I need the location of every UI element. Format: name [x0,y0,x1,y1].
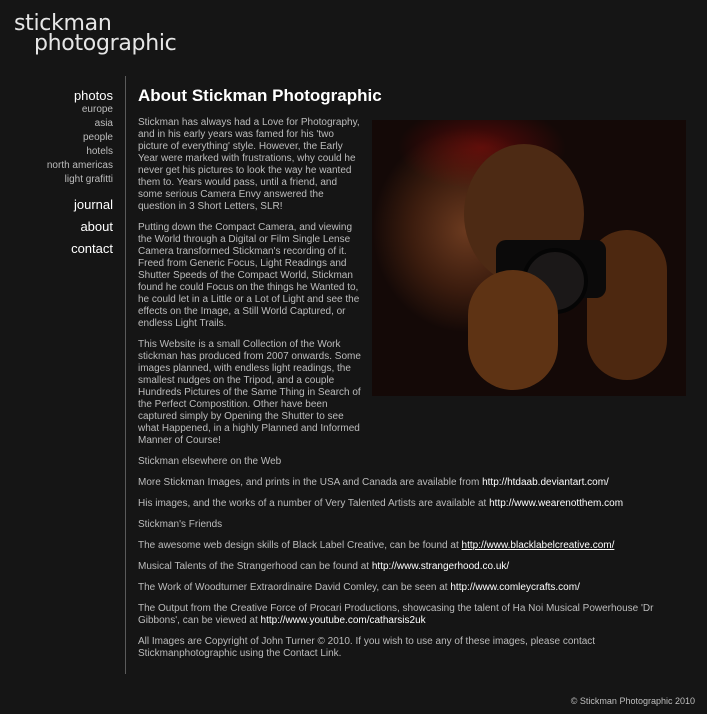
about-paragraph-3: This Website is a small Collection of th… [138,339,361,446]
portrait-photo [372,120,686,396]
nav-photo-subitems: europe asia people hotels north americas… [47,103,113,187]
blacklabelcreative-link[interactable]: http://www.blacklabelcreative.com/ [462,540,615,551]
nav-item-people[interactable]: people [47,131,113,145]
elsewhere-heading: Stickman elsewhere on the Web [138,456,282,467]
nav-item-europe[interactable]: europe [47,103,113,117]
nav-contact[interactable]: contact [47,241,113,256]
elsewhere-item-2: His images, and the works of a number of… [138,498,686,510]
comleycrafts-link[interactable]: http://www.comleycrafts.com/ [450,582,579,593]
main-nav: photos europe asia people hotels north a… [47,88,113,256]
copyright-notice: All Images are Copyright of John Turner … [138,636,596,659]
nav-journal[interactable]: journal [47,197,113,212]
friend-item-2: Musical Talents of the Strangerhood can … [138,561,686,573]
about-paragraph-2: Putting down the Compact Camera, and vie… [138,222,360,329]
friend-item-1: The awesome web design skills of Black L… [138,540,686,552]
elsewhere-item-1-text: More Stickman Images, and prints in the … [138,477,483,488]
logo-line-2: photographic [34,31,177,56]
nav-photos[interactable]: photos [47,88,113,103]
friends-heading: Stickman's Friends [138,519,223,530]
youtube-link[interactable]: http://www.youtube.com/catharsis2uk [261,615,426,626]
friend-item-3: The Work of Woodturner Extraordinaire Da… [138,582,686,594]
wearenotthem-link[interactable]: http://www.wearenotthem.com [489,498,623,509]
elsewhere-item-1: More Stickman Images, and prints in the … [138,477,686,489]
main-content: About Stickman Photographic Stickman has… [138,86,686,669]
nav-item-light-grafitti[interactable]: light grafitti [47,173,113,187]
nav-about[interactable]: about [47,219,113,234]
deviantart-link[interactable]: http://htdaab.deviantart.com/ [482,477,609,488]
nav-item-asia[interactable]: asia [47,117,113,131]
site-logo[interactable]: stickman photographic [14,13,177,56]
about-paragraph-1: Stickman has always had a Love for Photo… [138,117,360,212]
friend-item-1-text: The awesome web design skills of Black L… [138,540,462,551]
photo-hand-left [468,270,558,390]
footer-copyright: © Stickman Photographic 2010 [570,696,695,706]
friend-item-2-text: Musical Talents of the Strangerhood can … [138,561,372,572]
nav-item-north-americas[interactable]: north americas [47,159,113,173]
friend-item-3-text: The Work of Woodturner Extraordinaire Da… [138,582,451,593]
elsewhere-item-2-text: His images, and the works of a number of… [138,498,490,509]
page-title: About Stickman Photographic [138,86,382,105]
friend-item-4: The Output from the Creative Force of Pr… [138,603,686,627]
strangerhood-link[interactable]: http://www.strangerhood.co.uk/ [372,561,509,572]
nav-item-hotels[interactable]: hotels [47,145,113,159]
vertical-divider [125,76,126,674]
